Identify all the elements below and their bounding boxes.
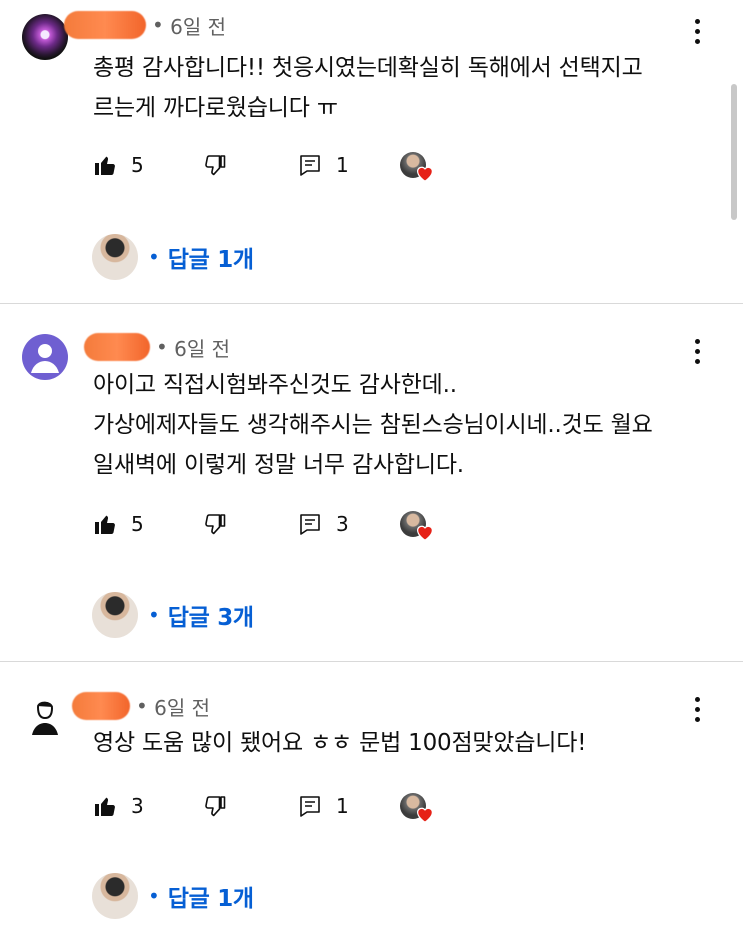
view-replies-button[interactable]: • 답글 3개 xyxy=(92,592,254,638)
reply-count: 1 xyxy=(336,153,349,177)
comment-meta: • 6일 전 xyxy=(72,691,210,721)
default-user-icon xyxy=(31,344,59,373)
dislike-button[interactable] xyxy=(203,509,227,539)
creator-heart-badge xyxy=(400,793,433,823)
like-count: 5 xyxy=(131,512,144,536)
reply-icon xyxy=(300,155,320,176)
creator-heart-badge xyxy=(400,152,433,182)
view-replies-button[interactable]: • 답글 1개 xyxy=(92,234,254,280)
creator-heart-badge xyxy=(400,511,433,541)
reply-icon xyxy=(300,796,320,817)
comment-actions: 5 3 xyxy=(93,509,453,541)
comment-divider xyxy=(0,661,743,662)
redacted-username xyxy=(84,333,150,361)
replies-label: 답글 1개 xyxy=(167,886,254,912)
like-button[interactable]: 5 xyxy=(93,150,144,180)
commenter-avatar[interactable] xyxy=(22,334,68,380)
comment-text: 총평 감사합니다!! 첫응시였는데확실히 독해에서 선택지고 르는게 까다로웠습… xyxy=(93,55,643,121)
more-vert-icon[interactable] xyxy=(687,694,707,724)
like-count: 5 xyxy=(131,153,144,177)
redacted-username xyxy=(72,692,130,720)
comment-actions: 3 1 xyxy=(93,791,453,823)
reply-button[interactable]: 3 xyxy=(298,509,349,539)
creator-reply-avatar xyxy=(92,234,138,280)
comment-text: 영상 도움 많이 됐어요 ㅎㅎ 문법 100점맞았습니다! xyxy=(93,730,587,756)
reply-button[interactable]: 1 xyxy=(298,150,349,180)
comment-divider xyxy=(0,303,743,304)
reply-count: 1 xyxy=(336,794,349,818)
creator-heart-icon xyxy=(417,166,433,182)
dislike-icon xyxy=(205,796,226,817)
comment-meta: • 6일 전 xyxy=(84,332,230,362)
creator-reply-avatar xyxy=(92,592,138,638)
more-vert-icon[interactable] xyxy=(687,16,707,46)
comment-meta: • 6일 전 xyxy=(64,10,226,40)
like-button[interactable]: 3 xyxy=(93,791,144,821)
view-replies-button[interactable]: • 답글 1개 xyxy=(92,873,254,919)
commenter-avatar[interactable] xyxy=(22,693,68,739)
sketch-portrait-icon xyxy=(32,701,58,735)
redacted-username xyxy=(64,11,146,39)
dislike-button[interactable] xyxy=(203,150,227,180)
reply-button[interactable]: 1 xyxy=(298,791,349,821)
replies-label: 답글 3개 xyxy=(167,605,254,631)
comment-actions: 5 1 xyxy=(93,150,453,182)
comment-time: 6일 전 xyxy=(170,14,227,39)
comment-text: 아이고 직접시험봐주신것도 감사한데.. 가상에제자들도 생각해주시는 참된스승… xyxy=(93,372,653,478)
like-button[interactable]: 5 xyxy=(93,509,144,539)
replies-label: 답글 1개 xyxy=(167,247,254,273)
dislike-icon xyxy=(205,155,226,176)
like-icon xyxy=(95,156,115,175)
reply-icon xyxy=(300,514,320,535)
creator-heart-icon xyxy=(417,807,433,823)
comment-time: 6일 전 xyxy=(174,336,231,361)
comment-time: 6일 전 xyxy=(154,695,211,720)
dislike-button[interactable] xyxy=(203,791,227,821)
commenter-avatar[interactable] xyxy=(22,14,68,60)
like-icon xyxy=(95,515,115,534)
dislike-icon xyxy=(205,514,226,535)
more-vert-icon[interactable] xyxy=(687,336,707,366)
like-count: 3 xyxy=(131,794,144,818)
reply-count: 3 xyxy=(336,512,349,536)
creator-heart-icon xyxy=(417,525,433,541)
like-icon xyxy=(95,797,115,816)
creator-reply-avatar xyxy=(92,873,138,919)
scrollbar-thumb[interactable] xyxy=(731,84,737,220)
